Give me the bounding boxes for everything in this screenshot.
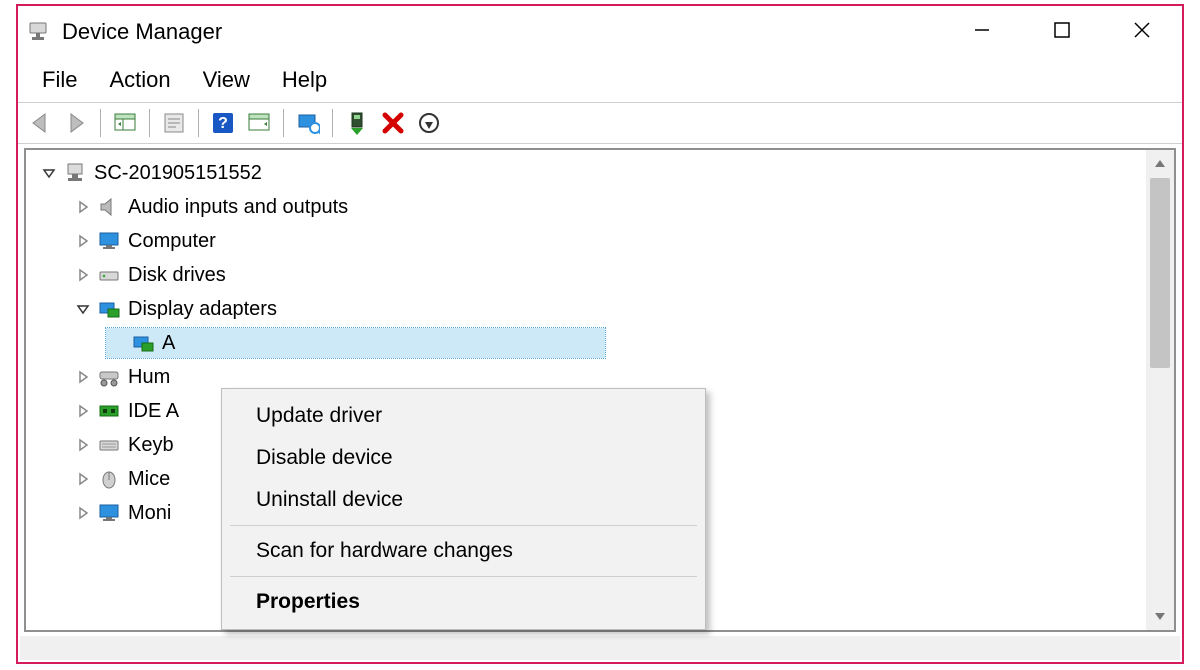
- keyboard-icon: [96, 432, 122, 458]
- menu-view[interactable]: View: [187, 61, 266, 99]
- window-title: Device Manager: [62, 19, 222, 45]
- expander-open-icon[interactable]: [72, 298, 94, 320]
- tree-label: Hum: [128, 366, 170, 389]
- monitor-icon: [96, 228, 122, 254]
- computer-tower-icon: [62, 160, 88, 186]
- expander-closed-icon[interactable]: [72, 468, 94, 490]
- tree-label: Mice: [128, 468, 170, 491]
- expander-closed-icon[interactable]: [72, 502, 94, 524]
- disable-device-button[interactable]: [413, 107, 445, 139]
- toolbar-separator: [149, 109, 150, 137]
- context-menu: Update driver Disable device Uninstall d…: [221, 388, 706, 630]
- scroll-down-arrow[interactable]: [1146, 602, 1174, 630]
- enable-device-button[interactable]: [341, 107, 373, 139]
- tree-label: Display adapters: [128, 298, 277, 321]
- tree-label: Keyb: [128, 434, 174, 457]
- context-separator: [230, 576, 697, 577]
- update-driver-button[interactable]: [292, 107, 324, 139]
- tree-label: IDE A: [128, 400, 179, 423]
- vertical-scrollbar[interactable]: [1146, 150, 1174, 630]
- show-hide-tree-button[interactable]: [109, 107, 141, 139]
- toolbar: ?: [18, 102, 1182, 144]
- tree-label: A: [162, 332, 175, 355]
- menu-help[interactable]: Help: [266, 61, 343, 99]
- back-button[interactable]: [24, 107, 56, 139]
- scroll-thumb[interactable]: [1150, 178, 1170, 368]
- uninstall-device-button[interactable]: [377, 107, 409, 139]
- tree-node-disk[interactable]: Disk drives: [32, 258, 1146, 292]
- title-bar: Device Manager: [18, 6, 1182, 58]
- scroll-up-arrow[interactable]: [1146, 150, 1174, 178]
- ide-controller-icon: [96, 398, 122, 424]
- context-update-driver[interactable]: Update driver: [222, 395, 705, 437]
- tree-root[interactable]: SC-201905151552: [32, 156, 1146, 190]
- close-button[interactable]: [1102, 6, 1182, 54]
- expander-closed-icon[interactable]: [72, 264, 94, 286]
- toolbar-separator: [198, 109, 199, 137]
- monitor-icon: [96, 500, 122, 526]
- help-button[interactable]: ?: [207, 107, 239, 139]
- app-icon: [26, 20, 50, 44]
- disk-drive-icon: [96, 262, 122, 288]
- tree-node-display[interactable]: Display adapters: [32, 292, 1146, 326]
- properties-button[interactable]: [158, 107, 190, 139]
- toolbar-separator: [283, 109, 284, 137]
- tree-label: SC-201905151552: [94, 162, 262, 185]
- menu-file[interactable]: File: [26, 61, 93, 99]
- expander-open-icon[interactable]: [38, 162, 60, 184]
- tree-label: Computer: [128, 230, 216, 253]
- tree-label: Moni: [128, 502, 171, 525]
- tree-label: Disk drives: [128, 264, 226, 287]
- expander-closed-icon[interactable]: [72, 230, 94, 252]
- expander-closed-icon[interactable]: [72, 196, 94, 218]
- window-controls: [942, 6, 1182, 54]
- tree-node-display-child[interactable]: A: [32, 326, 1146, 360]
- svg-text:?: ?: [218, 115, 228, 132]
- mouse-icon: [96, 466, 122, 492]
- expander-closed-icon[interactable]: [72, 400, 94, 422]
- minimize-button[interactable]: [942, 6, 1022, 54]
- context-separator: [230, 525, 697, 526]
- forward-button[interactable]: [60, 107, 92, 139]
- context-properties[interactable]: Properties: [222, 581, 705, 623]
- maximize-button[interactable]: [1022, 6, 1102, 54]
- tree-node-audio[interactable]: Audio inputs and outputs: [32, 190, 1146, 224]
- display-adapter-icon: [130, 330, 156, 356]
- hid-icon: [96, 364, 122, 390]
- status-bar: [20, 636, 1180, 660]
- device-manager-window: Device Manager File Action View Help: [16, 4, 1184, 664]
- scan-hardware-button[interactable]: [243, 107, 275, 139]
- context-uninstall-device[interactable]: Uninstall device: [222, 479, 705, 521]
- tree-label: Audio inputs and outputs: [128, 196, 348, 219]
- expander-closed-icon[interactable]: [72, 366, 94, 388]
- expander-closed-icon[interactable]: [72, 434, 94, 456]
- tree-node-computer[interactable]: Computer: [32, 224, 1146, 258]
- toolbar-separator: [332, 109, 333, 137]
- display-adapter-icon: [96, 296, 122, 322]
- menu-action[interactable]: Action: [93, 61, 186, 99]
- toolbar-separator: [100, 109, 101, 137]
- context-disable-device[interactable]: Disable device: [222, 437, 705, 479]
- speaker-icon: [96, 194, 122, 220]
- context-scan-hardware[interactable]: Scan for hardware changes: [222, 530, 705, 572]
- menu-bar: File Action View Help: [18, 58, 1182, 102]
